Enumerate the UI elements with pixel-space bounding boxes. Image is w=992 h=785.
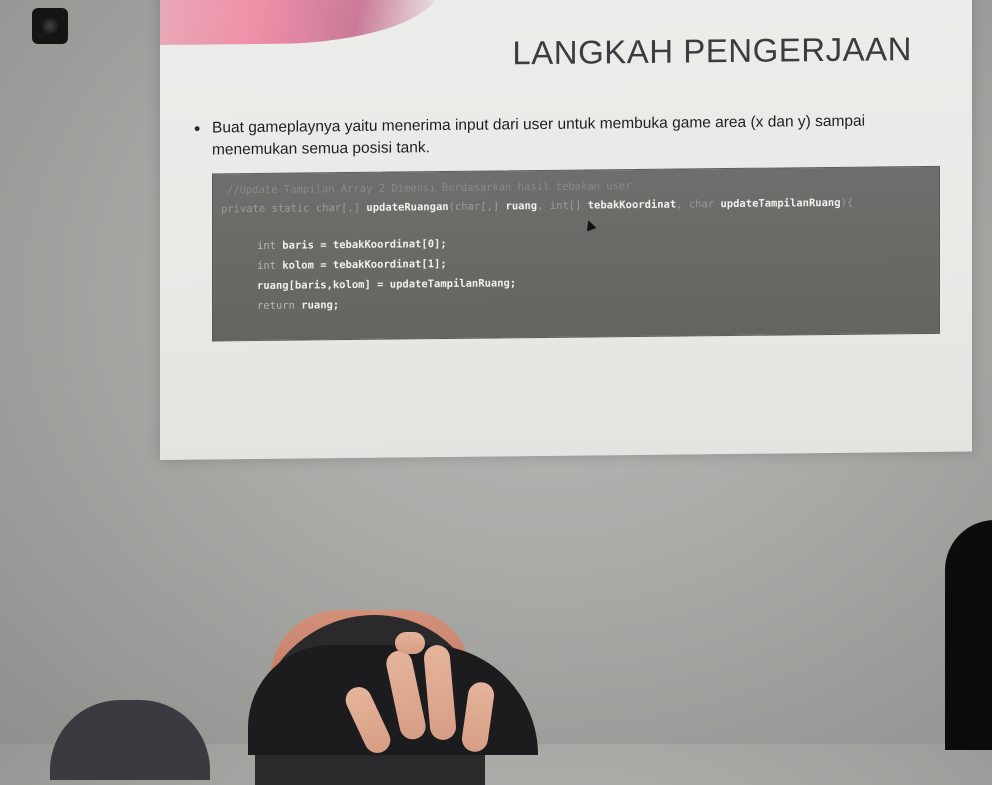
bullet-item: • Buat gameplaynya yaitu menerima input … — [194, 110, 932, 162]
slide-accent-shape — [160, 0, 440, 45]
code-line-baris: int baris = tebakKoordinat[0]; — [257, 238, 447, 252]
code-kw-return: return — [257, 299, 302, 312]
projector-icon — [32, 8, 68, 44]
audience-head-left — [50, 700, 210, 780]
code-block: //Update Tampilan Array 2 Dimensi Berdas… — [212, 165, 940, 342]
code-param-update: updateTampilanRuang — [720, 196, 841, 211]
knuckle — [395, 632, 425, 654]
code-sig-rest-3: , char — [676, 198, 721, 211]
code-line-return-body: ruang; — [301, 299, 340, 312]
code-comment: //Update Tampilan Array 2 Dimensi Berdas… — [227, 180, 632, 197]
code-param-ruang: ruang — [505, 200, 538, 213]
bullet-text: Buat gameplaynya yaitu menerima input da… — [212, 112, 866, 159]
code-line-kolom: int kolom = tebakKoordinat[1]; — [257, 258, 447, 272]
code-sig-end: ){ — [840, 196, 854, 209]
code-param-tebak: tebakKoordinat — [587, 198, 677, 212]
code-kw-int-2: int — [257, 259, 283, 272]
code-method-name: updateRuangan — [366, 200, 449, 214]
projected-slide: LANGKAH PENGERJAAN • Buat gameplaynya ya… — [160, 0, 972, 460]
code-line-return: return ruang; — [257, 299, 339, 312]
code-signature: private static char[,] updateRuangan(cha… — [221, 197, 853, 216]
code-kw-int-1: int — [257, 239, 283, 252]
code-sig-rest-1: (char[,] — [448, 200, 506, 213]
photo-scene: LANGKAH PENGERJAAN • Buat gameplaynya ya… — [0, 0, 992, 785]
code-line-kolom-body: kolom = tebakKoordinat[1]; — [282, 257, 447, 272]
finger — [422, 644, 458, 741]
audience-hand — [341, 632, 505, 758]
code-sig-prefix: private static char[,] — [221, 201, 367, 216]
code-line-baris-body: baris = tebakKoordinat[0]; — [282, 237, 447, 252]
audience-silhouette-right — [945, 520, 992, 750]
bullet-dot: • — [194, 118, 201, 139]
code-line-assign: ruang[baris,kolom] = updateTampilanRuang… — [257, 277, 517, 292]
projector-lens — [40, 16, 60, 36]
finger — [460, 680, 496, 754]
finger — [383, 648, 429, 742]
code-sig-rest-2: , int[] — [537, 199, 588, 213]
slide-title: LANGKAH PENGERJAAN — [512, 30, 912, 72]
